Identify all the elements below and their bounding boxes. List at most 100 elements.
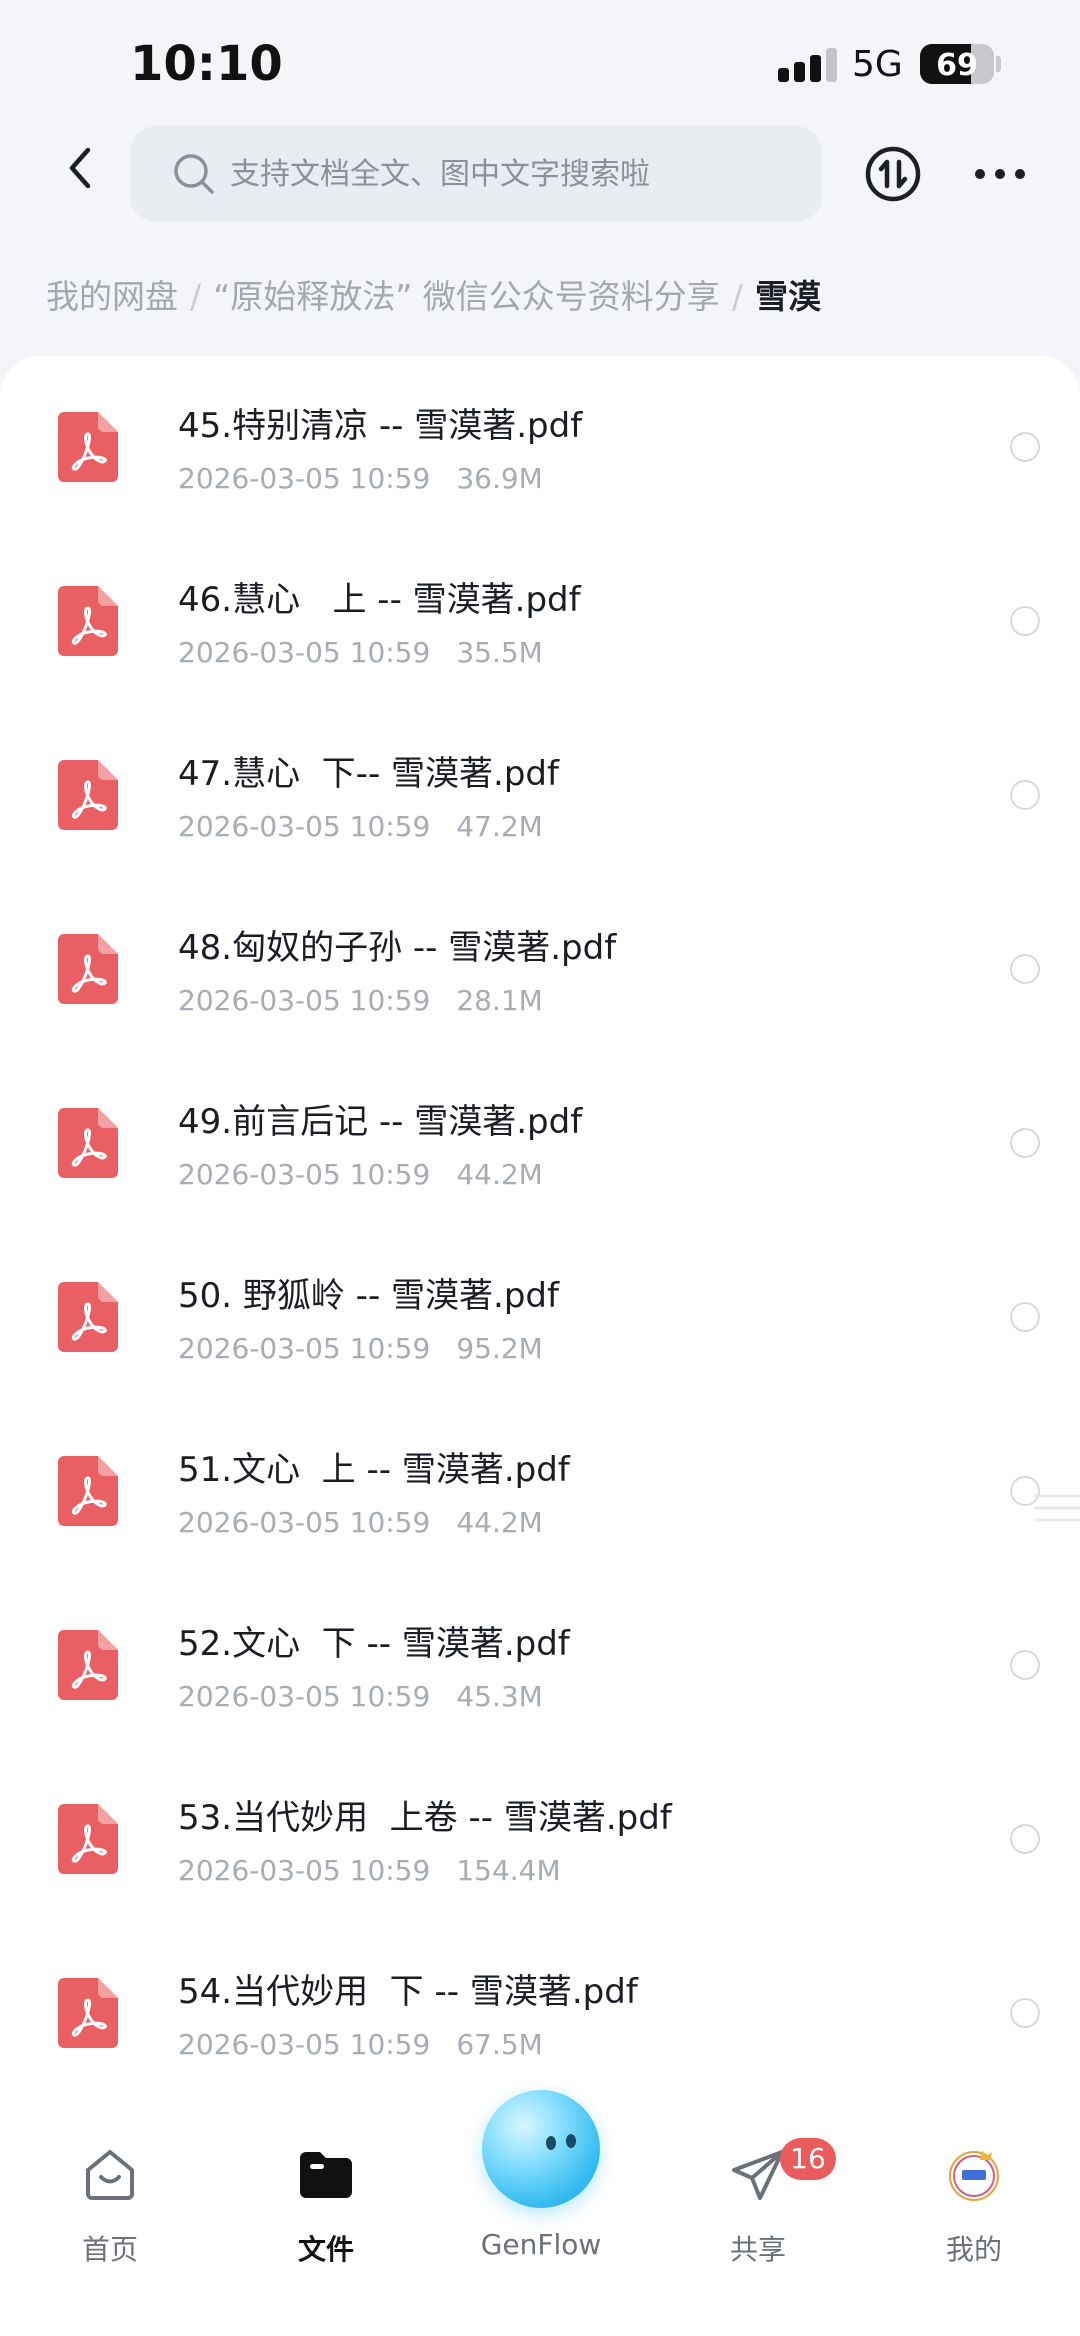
file-meta: 2026-03-05 10:59 67.5M	[178, 2028, 543, 2061]
file-meta: 2026-03-05 10:59 44.2M	[178, 1158, 543, 1191]
search-bar[interactable]	[130, 126, 822, 222]
file-name: 47.慧心 下-- 雪漠著.pdf	[178, 754, 559, 794]
file-name: 50. 野狐岭 -- 雪漠著.pdf	[178, 1276, 559, 1316]
file-name: 53.当代妙用 上卷 -- 雪漠著.pdf	[178, 1798, 672, 1838]
breadcrumb-separator: /	[190, 277, 202, 316]
file-name: 48.匈奴的子孙 -- 雪漠著.pdf	[178, 928, 617, 968]
battery-level: 69	[936, 48, 978, 83]
nav-home-label: 首页	[81, 2233, 138, 2266]
file-meta: 2026-03-05 10:59 44.2M	[178, 1506, 543, 1539]
nav-share-label: 共享	[729, 2233, 786, 2266]
file-date: 2026-03-05 10:59	[178, 2028, 431, 2061]
file-size: 45.3M	[456, 1680, 543, 1713]
home-icon	[86, 2150, 134, 2200]
select-checkbox[interactable]	[1010, 954, 1040, 984]
more-button[interactable]	[970, 145, 1030, 203]
select-checkbox[interactable]	[1010, 780, 1040, 810]
file-list: 45.特别清凉 -- 雪漠著.pdf 2026-03-05 10:59 36.9M…	[0, 356, 1080, 2096]
file-meta: 2026-03-05 10:59 35.5M	[178, 636, 543, 669]
file-meta: 2026-03-05 10:59 47.2M	[178, 810, 543, 843]
file-size: 36.9M	[456, 462, 543, 495]
status-bar: 10:10 5G 69	[0, 0, 1080, 120]
avatar-icon	[949, 2150, 999, 2201]
genflow-orb-icon[interactable]	[482, 2090, 600, 2208]
file-row[interactable]: 48.匈奴的子孙 -- 雪漠著.pdf 2026-03-05 10:59 28.1…	[0, 878, 1080, 1052]
file-meta: 2026-03-05 10:59 45.3M	[178, 1680, 543, 1713]
file-name: 51.文心 上 -- 雪漠著.pdf	[178, 1450, 570, 1490]
battery-tip	[996, 56, 1001, 72]
network-label: 5G	[852, 44, 903, 85]
file-size: 35.5M	[456, 636, 543, 669]
pdf-icon	[58, 1630, 118, 1700]
file-row[interactable]: 54.当代妙用 下 -- 雪漠著.pdf 2026-03-05 10:59 67.…	[0, 1922, 1080, 2096]
pdf-icon	[58, 586, 118, 656]
folder-icon	[300, 2152, 352, 2198]
transfer-button[interactable]	[864, 145, 922, 203]
scroll-handle-icon[interactable]	[1030, 1488, 1080, 1528]
select-checkbox[interactable]	[1010, 432, 1040, 462]
file-date: 2026-03-05 10:59	[178, 1332, 431, 1365]
file-row[interactable]: 51.文心 上 -- 雪漠著.pdf 2026-03-05 10:59 44.2M	[0, 1400, 1080, 1574]
file-date: 2026-03-05 10:59	[178, 1506, 431, 1539]
breadcrumb-separator: /	[731, 277, 743, 316]
file-size: 95.2M	[456, 1332, 543, 1365]
nav-files[interactable]: 文件	[246, 2096, 406, 2336]
file-date: 2026-03-05 10:59	[178, 1680, 431, 1713]
file-date: 2026-03-05 10:59	[178, 636, 431, 669]
signal-icon	[778, 48, 840, 82]
file-size: 44.2M	[456, 1506, 543, 1539]
file-meta: 2026-03-05 10:59 95.2M	[178, 1332, 543, 1365]
nav-mine-label: 我的	[945, 2233, 1002, 2266]
send-icon	[732, 2150, 784, 2200]
file-size: 47.2M	[456, 810, 543, 843]
pdf-icon	[58, 760, 118, 830]
nav-home[interactable]: 首页	[30, 2096, 190, 2336]
select-checkbox[interactable]	[1010, 1824, 1040, 1854]
select-checkbox[interactable]	[1010, 606, 1040, 636]
breadcrumb-folder[interactable]: “原始释放法” 微信公众号资料分享	[213, 277, 720, 316]
breadcrumb-root[interactable]: 我的网盘	[46, 277, 178, 316]
pdf-icon	[58, 1978, 118, 2048]
file-row[interactable]: 45.特别清凉 -- 雪漠著.pdf 2026-03-05 10:59 36.9M	[0, 356, 1080, 530]
file-name: 49.前言后记 -- 雪漠著.pdf	[178, 1102, 583, 1142]
nav-genflow-label: GenFlow	[480, 2228, 602, 2261]
file-size: 67.5M	[456, 2028, 543, 2061]
select-checkbox[interactable]	[1010, 1650, 1040, 1680]
select-checkbox[interactable]	[1010, 1128, 1040, 1158]
file-meta: 2026-03-05 10:59 28.1M	[178, 984, 543, 1017]
search-icon	[174, 154, 214, 194]
file-row[interactable]: 46.慧心 上 -- 雪漠著.pdf 2026-03-05 10:59 35.5M	[0, 530, 1080, 704]
select-checkbox[interactable]	[1010, 1302, 1040, 1332]
file-date: 2026-03-05 10:59	[178, 1158, 431, 1191]
transfer-icon	[865, 146, 921, 202]
file-size: 44.2M	[456, 1158, 543, 1191]
file-meta: 2026-03-05 10:59 36.9M	[178, 462, 543, 495]
nav-files-label: 文件	[297, 2233, 354, 2266]
select-checkbox[interactable]	[1010, 1998, 1040, 2028]
breadcrumb-current: 雪漠	[754, 277, 821, 316]
pdf-icon	[58, 1282, 118, 1352]
file-row[interactable]: 47.慧心 下-- 雪漠著.pdf 2026-03-05 10:59 47.2M	[0, 704, 1080, 878]
file-date: 2026-03-05 10:59	[178, 810, 431, 843]
file-date: 2026-03-05 10:59	[178, 984, 431, 1017]
back-button[interactable]	[56, 142, 108, 194]
search-input[interactable]	[230, 150, 790, 198]
file-name: 45.特别清凉 -- 雪漠著.pdf	[178, 406, 583, 446]
share-badge: 16	[780, 2138, 836, 2180]
file-row[interactable]: 52.文心 下 -- 雪漠著.pdf 2026-03-05 10:59 45.3M	[0, 1574, 1080, 1748]
status-time: 10:10	[130, 36, 283, 92]
file-row[interactable]: 50. 野狐岭 -- 雪漠著.pdf 2026-03-05 10:59 95.2M	[0, 1226, 1080, 1400]
nav-share[interactable]: 共享	[678, 2096, 838, 2336]
file-row[interactable]: 49.前言后记 -- 雪漠著.pdf 2026-03-05 10:59 44.2M	[0, 1052, 1080, 1226]
orb-eye	[546, 2136, 556, 2150]
nav-mine[interactable]: 我的	[894, 2096, 1054, 2336]
pdf-icon	[58, 1108, 118, 1178]
file-meta: 2026-03-05 10:59 154.4M	[178, 1854, 561, 1887]
file-date: 2026-03-05 10:59	[178, 1854, 431, 1887]
file-name: 46.慧心 上 -- 雪漠著.pdf	[178, 580, 581, 620]
file-row[interactable]: 53.当代妙用 上卷 -- 雪漠著.pdf 2026-03-05 10:59 15…	[0, 1748, 1080, 1922]
orb-eye	[566, 2134, 576, 2148]
file-size: 154.4M	[456, 1854, 561, 1887]
more-dots-icon	[975, 169, 1025, 179]
file-name: 52.文心 下 -- 雪漠著.pdf	[178, 1624, 570, 1664]
